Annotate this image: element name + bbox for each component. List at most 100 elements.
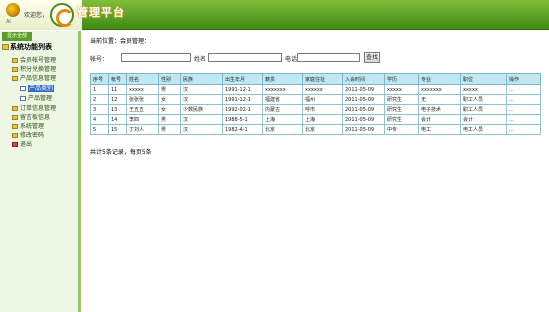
emblem-icon bbox=[50, 3, 74, 27]
sidebar-item-label: 修改密码 bbox=[20, 132, 45, 139]
table-cell: 职工人员 bbox=[460, 94, 507, 105]
table-cell: 福建省 bbox=[262, 94, 303, 105]
name-input[interactable] bbox=[208, 53, 282, 62]
column-header: 帐号 bbox=[108, 73, 127, 85]
record-summary: 共计5条记录，每页5条 bbox=[90, 149, 152, 156]
table-cell: 汉 bbox=[180, 84, 223, 95]
table-cell: 2011-05-09 bbox=[342, 114, 385, 125]
table-cell: 福州 bbox=[302, 94, 343, 105]
table-cell: 15 bbox=[108, 124, 127, 135]
tree-root-text: 系统功能列表 bbox=[10, 43, 52, 51]
table-cell: 少数民族 bbox=[180, 104, 223, 115]
app-title: 管理平台 bbox=[77, 6, 125, 19]
folder-icon bbox=[12, 124, 18, 129]
table-cell: 无 bbox=[418, 94, 461, 105]
row-action-link[interactable]: ... bbox=[506, 124, 541, 135]
table-cell: 研究生 bbox=[384, 94, 419, 105]
table-cell: 会计 bbox=[460, 114, 507, 125]
table-cell: 4 bbox=[90, 114, 109, 125]
sidebar-item-change-password[interactable]: 修改密码 bbox=[12, 130, 44, 139]
table-cell: 1991-12-1 bbox=[222, 84, 263, 95]
table-header-row: 序号 帐号 姓名 性别 民族 出生年月 籍贯 家庭住址 入会时间 学历 专业 职… bbox=[90, 73, 541, 85]
row-action-link[interactable]: ... bbox=[506, 84, 541, 95]
brand-area: Al 欢迎您， bbox=[0, 0, 82, 30]
table-cell: 会计 bbox=[418, 114, 461, 125]
table-cell: 12 bbox=[108, 94, 127, 105]
table-cell: 内蒙古 bbox=[262, 104, 303, 115]
table-cell: 上海 bbox=[262, 114, 303, 125]
document-icon bbox=[20, 86, 26, 91]
table-cell: 2 bbox=[90, 94, 109, 105]
column-header: 民族 bbox=[180, 73, 223, 85]
sidebar-item-label: 系统管理 bbox=[20, 123, 45, 130]
table-cell: xxxxxxx bbox=[418, 84, 461, 95]
folder-icon bbox=[12, 115, 18, 120]
row-action-link[interactable]: ... bbox=[506, 104, 541, 115]
sidebar-item-product-manage[interactable]: 产品管理 bbox=[20, 93, 52, 102]
breadcrumb: 当前位置：会员管理： bbox=[90, 38, 151, 45]
welcome-text: 欢迎您， bbox=[24, 12, 49, 19]
table-cell: 女 bbox=[158, 104, 181, 115]
phone-input[interactable] bbox=[297, 53, 360, 62]
table-cell: xxxxx bbox=[384, 84, 419, 95]
table-cell: 丁刘人 bbox=[126, 124, 159, 135]
table-cell: 呼市 bbox=[302, 104, 343, 115]
column-header: 家庭住址 bbox=[302, 73, 343, 85]
member-table: 序号 帐号 姓名 性别 民族 出生年月 籍贯 家庭住址 入会时间 学历 专业 职… bbox=[90, 73, 541, 135]
table-cell: 张张张 bbox=[126, 94, 159, 105]
table-cell: 11 bbox=[108, 84, 127, 95]
sidebar-item-guestbook[interactable]: 留言板信息 bbox=[12, 112, 50, 121]
exit-icon bbox=[12, 142, 18, 147]
search-button[interactable]: 查找 bbox=[364, 52, 380, 63]
sidebar-item-label: 产品管理 bbox=[28, 95, 53, 102]
table-cell: 2011-05-09 bbox=[342, 94, 385, 105]
sidebar-item-system[interactable]: 系统管理 bbox=[12, 121, 44, 130]
table-cell: 2011-05-09 bbox=[342, 104, 385, 115]
row-action-link[interactable]: ... bbox=[506, 114, 541, 125]
column-header: 出生年月 bbox=[222, 73, 263, 85]
sidebar-item-label: 留言板信息 bbox=[20, 114, 51, 121]
table-cell: 1982-4-1 bbox=[222, 124, 263, 135]
table-cell: 李四 bbox=[126, 114, 159, 125]
sidebar-item-label: 积分兑换管理 bbox=[20, 66, 57, 73]
column-header: 操作 bbox=[506, 73, 541, 85]
column-header: 序号 bbox=[90, 73, 109, 85]
table-cell: 王五五 bbox=[126, 104, 159, 115]
sidebar-item-product-category[interactable]: 产品类别 bbox=[20, 83, 55, 92]
main-content: 当前位置：会员管理： 帐号： 姓名 电话 查找 序号 帐号 姓名 性别 民族 出… bbox=[86, 34, 544, 310]
account-label: 帐号： bbox=[90, 56, 109, 63]
column-header: 职位 bbox=[460, 73, 507, 85]
sidebar: 显示全部 系统功能列表 会员帐号管理 积分兑换管理 产品信息管理 产品类别 产品… bbox=[0, 31, 81, 312]
sidebar-item-product-info[interactable]: 产品信息管理 bbox=[12, 73, 56, 82]
show-all-button[interactable]: 显示全部 bbox=[2, 32, 32, 41]
sidebar-item-orders[interactable]: 订单信息管理 bbox=[12, 103, 56, 112]
search-bar: 帐号： 姓名 电话 查找 bbox=[90, 52, 540, 63]
table-cell: xxxxx bbox=[126, 84, 159, 95]
table-cell: 男 bbox=[158, 84, 181, 95]
sidebar-item-points-exchange[interactable]: 积分兑换管理 bbox=[12, 64, 56, 73]
account-input[interactable] bbox=[121, 53, 191, 62]
name-label: 姓名 bbox=[194, 56, 207, 63]
folder-icon bbox=[12, 58, 18, 63]
column-header: 专业 bbox=[418, 73, 461, 85]
table-row: 3 13 王五五 女 少数民族 1992-02-1 内蒙古 呼市 2011-05… bbox=[90, 104, 541, 115]
table-cell: xxxxx bbox=[460, 84, 507, 95]
table-cell: 职工人员 bbox=[460, 104, 507, 115]
sidebar-item-logout[interactable]: 退出 bbox=[12, 139, 32, 148]
table-row: 2 12 张张张 女 汉 1991-12-1 福建省 福州 2011-05-09… bbox=[90, 94, 541, 105]
column-header: 性别 bbox=[158, 73, 181, 85]
logo-icon bbox=[6, 3, 20, 17]
tree-root-label[interactable]: 系统功能列表 bbox=[2, 42, 52, 52]
sidebar-item-member-accounts[interactable]: 会员帐号管理 bbox=[12, 55, 56, 64]
table-cell: 1988-5-1 bbox=[222, 114, 263, 125]
table-cell: 2011-05-09 bbox=[342, 124, 385, 135]
table-cell: 中专 bbox=[384, 124, 419, 135]
table-cell: 1 bbox=[90, 84, 109, 95]
row-action-link[interactable]: ... bbox=[506, 94, 541, 105]
logo-caption: Al bbox=[6, 19, 11, 25]
table-cell: 14 bbox=[108, 114, 127, 125]
table-cell: 男 bbox=[158, 124, 181, 135]
sidebar-item-label: 退出 bbox=[20, 141, 33, 148]
table-cell: xxxxxxx bbox=[262, 84, 303, 95]
column-header: 入会时间 bbox=[342, 73, 385, 85]
